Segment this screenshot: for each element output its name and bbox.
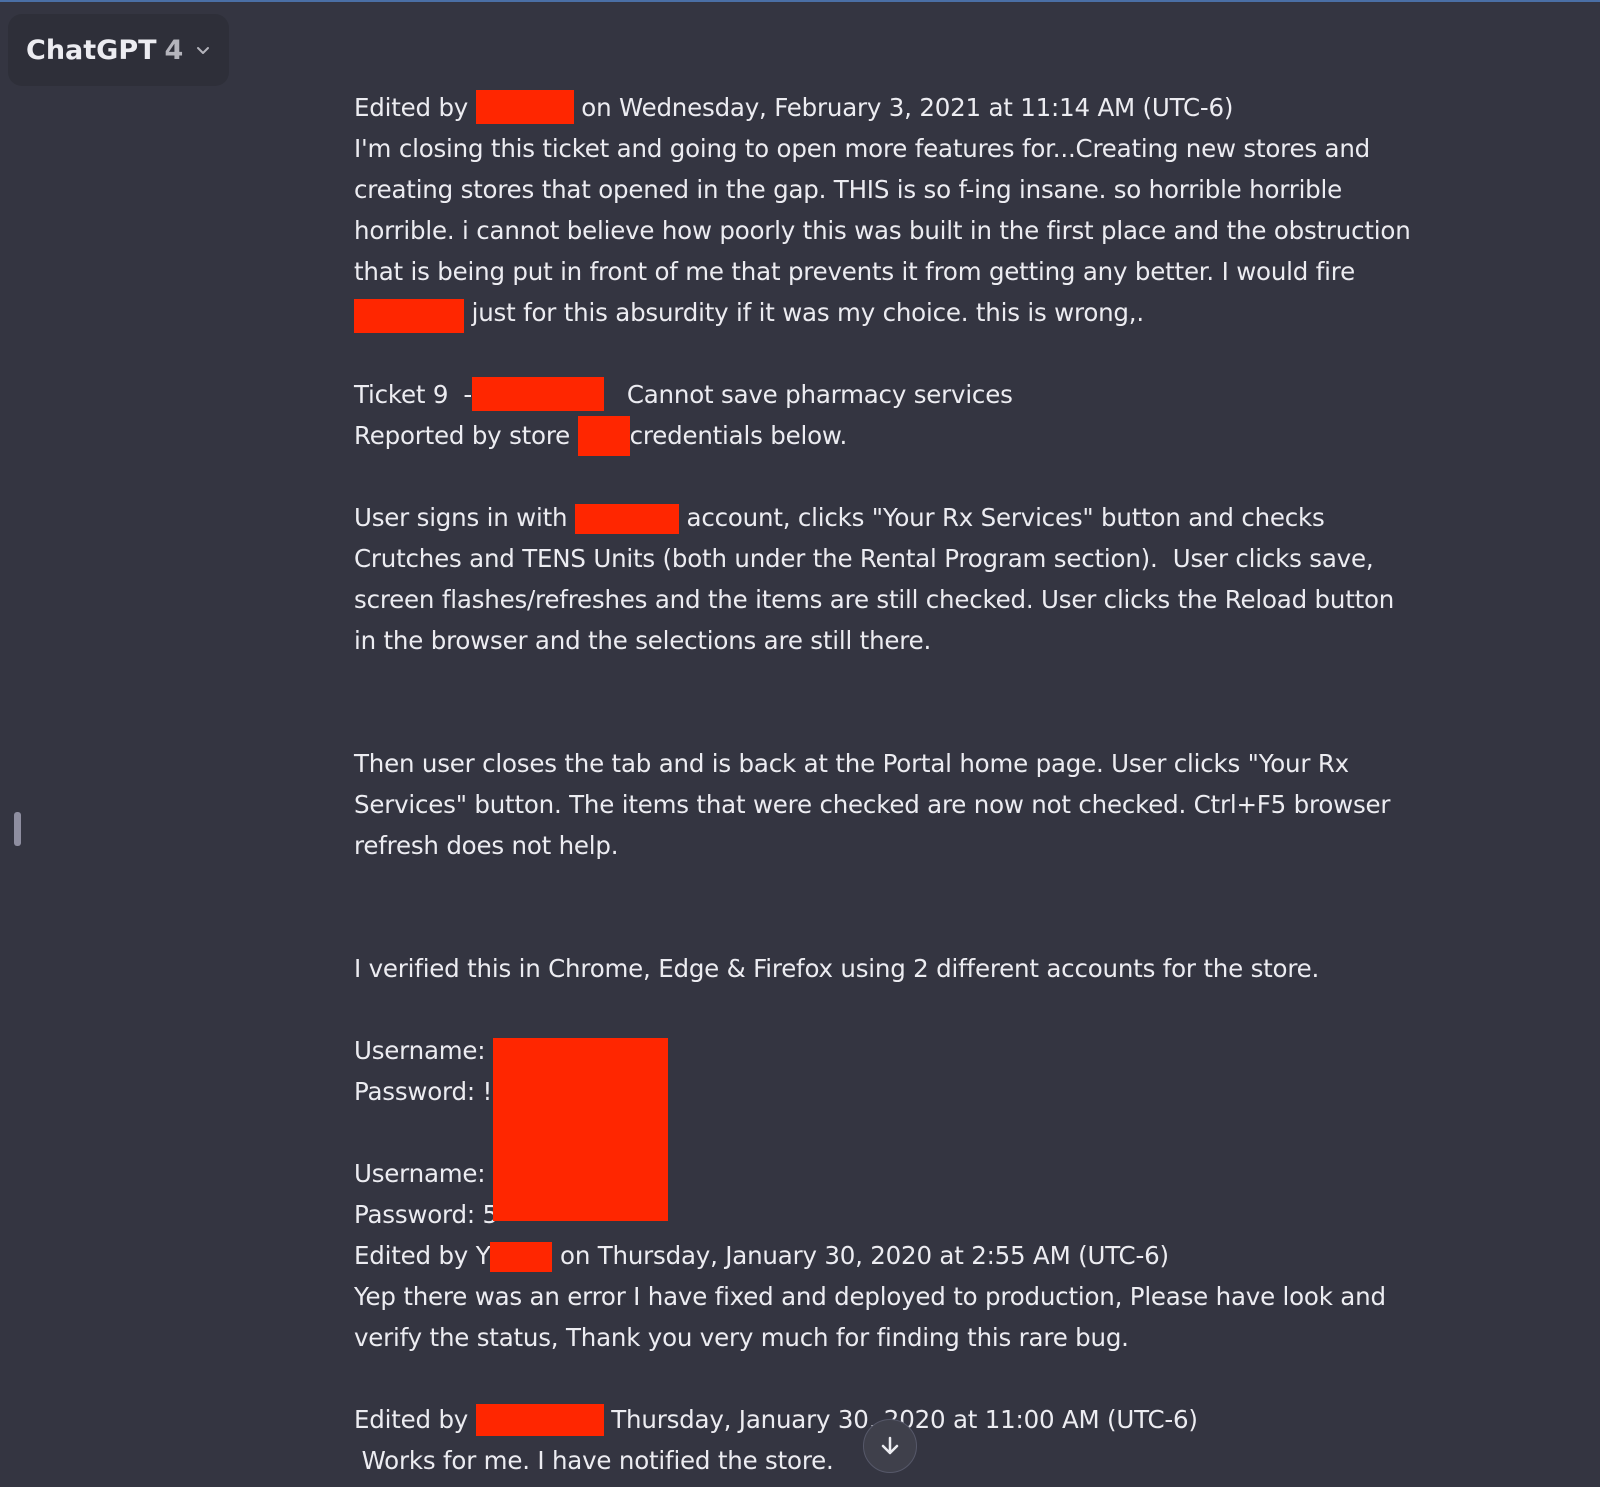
message-line: Then user closes the tab and is back at … xyxy=(354,749,1349,778)
message-line: screen flashes/refreshes and the items a… xyxy=(354,585,1395,614)
message-line: horrible. i cannot believe how poorly th… xyxy=(354,216,1411,245)
message-line xyxy=(354,456,1404,497)
model-version: 4 xyxy=(164,34,184,66)
message-line: Reported by store credentials below. xyxy=(354,415,1404,456)
message-line: that is being put in front of me that pr… xyxy=(354,257,1355,286)
chat-message: Edited by on Wednesday, February 3, 2021… xyxy=(354,87,1411,1481)
redaction xyxy=(475,90,574,124)
credentials-redaction xyxy=(493,1038,668,1221)
message-line: Ticket 9 - Cannot save pharmacy services xyxy=(354,374,1404,415)
message-line: Edited by on Wednesday, February 3, 2021… xyxy=(354,87,1404,128)
redaction xyxy=(577,416,630,456)
message-line: creating stores that opened in the gap. … xyxy=(354,175,1343,204)
model-name: ChatGPT xyxy=(26,34,157,66)
message-line: Crutches and TENS Units (both under the … xyxy=(354,544,1374,573)
message-line: Yep there was an error I have fixed and … xyxy=(354,1282,1386,1311)
message-line xyxy=(354,989,1404,1030)
message-line xyxy=(354,702,1404,743)
redaction xyxy=(490,1242,553,1272)
message-line xyxy=(354,333,1404,374)
message-line: refresh does not help. xyxy=(354,831,619,860)
message-line xyxy=(354,907,1404,948)
redaction xyxy=(354,299,464,333)
chevron-down-icon xyxy=(197,47,210,54)
arrow-down-icon xyxy=(881,1436,899,1455)
message-line: in the browser and the selections are st… xyxy=(354,626,932,655)
model-selector-button[interactable]: ChatGPT 4 xyxy=(8,14,229,86)
message-line: I verified this in Chrome, Edge & Firefo… xyxy=(354,954,1320,983)
message-line xyxy=(354,661,1404,702)
redaction xyxy=(472,377,605,411)
message-line: I'm closing this ticket and going to ope… xyxy=(354,134,1370,163)
redaction xyxy=(475,1404,604,1436)
message-line: verify the status, Thank you very much f… xyxy=(354,1323,1129,1352)
redaction xyxy=(574,504,679,534)
window-top-border xyxy=(0,0,1600,2)
message-line xyxy=(354,866,1404,907)
message-line: just for this absurdity if it was my cho… xyxy=(354,292,1404,333)
sidebar-resize-handle[interactable] xyxy=(14,812,21,846)
message-line: Services" button. The items that were ch… xyxy=(354,790,1391,819)
message-line: Edited by Y on Thursday, January 30, 202… xyxy=(354,1241,1169,1272)
message-line xyxy=(354,1358,1404,1399)
message-line: User signs in with account, clicks "Your… xyxy=(354,503,1325,534)
scroll-down-button[interactable] xyxy=(863,1419,917,1473)
